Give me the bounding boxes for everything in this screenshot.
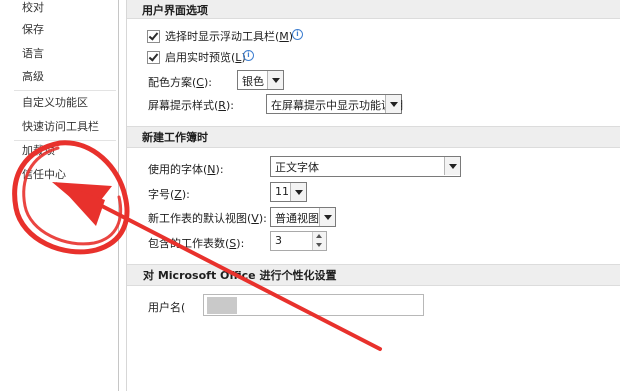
screentip-value: 在屏幕提示中显示功能说明 (271, 99, 403, 112)
new-workbook-header: 新建工作簿时 (127, 126, 620, 148)
mini-toolbar-label[interactable]: 选择时显示浮动工具栏(M) (165, 28, 293, 44)
live-preview-label[interactable]: 启用实时预览(L) (165, 49, 246, 65)
color-scheme-select[interactable]: 银色 (237, 70, 284, 90)
section-title: 对 Microsoft Office 进行个性化设置 (143, 269, 337, 282)
options-sidebar: 校对 保存 语言 高级 自定义功能区 快速访问工具栏 加载项 信任中心 (0, 0, 118, 391)
mini-toolbar-checkbox[interactable] (147, 30, 160, 43)
section-title: 用户界面选项 (142, 4, 208, 17)
sheet-count-stepper[interactable]: 3 (270, 231, 327, 251)
font-select[interactable]: 正文字体 (270, 156, 461, 177)
font-size-value: 11 (275, 185, 289, 198)
chevron-down-icon[interactable] (319, 208, 335, 226)
chevron-down-icon[interactable] (444, 157, 460, 175)
arrow-down-icon[interactable] (313, 241, 326, 250)
sidebar-border (118, 0, 119, 391)
color-scheme-value: 银色 (242, 75, 264, 88)
sidebar-item-customize-ribbon[interactable]: 自定义功能区 (22, 94, 88, 112)
default-view-select[interactable]: 普通视图 (270, 207, 336, 227)
section-title: 新建工作簿时 (142, 131, 208, 144)
sidebar-item-language[interactable]: 语言 (22, 45, 44, 63)
sidebar-item-advanced[interactable]: 高级 (22, 68, 44, 86)
live-preview-checkbox[interactable] (147, 51, 160, 64)
sidebar-divider (14, 140, 116, 141)
font-label: 使用的字体(N): (148, 163, 224, 176)
default-view-value: 普通视图 (275, 212, 319, 225)
username-label: 用户名( (148, 301, 186, 314)
font-value: 正文字体 (275, 161, 319, 174)
ui-options-header: 用户界面选项 (127, 0, 620, 19)
sidebar-item-save[interactable]: 保存 (22, 21, 44, 39)
screentip-label: 屏幕提示样式(R): (148, 99, 234, 112)
default-view-label: 新工作表的默认视图(V): (148, 212, 267, 225)
info-icon[interactable]: i (243, 50, 254, 61)
sidebar-item-add-ins[interactable]: 加载项 (22, 142, 55, 160)
chevron-down-icon[interactable] (267, 71, 283, 89)
color-scheme-label: 配色方案(C): (148, 76, 212, 89)
personalize-header: 对 Microsoft Office 进行个性化设置 (127, 264, 620, 286)
sidebar-item-proofing[interactable]: 校对 (22, 0, 44, 17)
redacted-username (207, 297, 237, 314)
sheet-count-label: 包含的工作表数(S): (148, 237, 245, 250)
sidebar-item-trust-center[interactable]: 信任中心 (22, 166, 66, 184)
sidebar-item-quick-access-toolbar[interactable]: 快速访问工具栏 (22, 118, 99, 136)
chevron-down-icon[interactable] (385, 95, 401, 113)
info-icon[interactable]: i (292, 29, 303, 40)
main-border (126, 0, 127, 391)
stepper-buttons (312, 232, 326, 250)
sheet-count-value: 3 (275, 234, 282, 247)
sidebar-divider (14, 90, 116, 91)
screentip-select[interactable]: 在屏幕提示中显示功能说明 (266, 94, 403, 114)
font-size-label: 字号(Z): (148, 188, 190, 201)
font-size-select[interactable]: 11 (270, 182, 307, 202)
chevron-down-icon[interactable] (290, 183, 306, 201)
